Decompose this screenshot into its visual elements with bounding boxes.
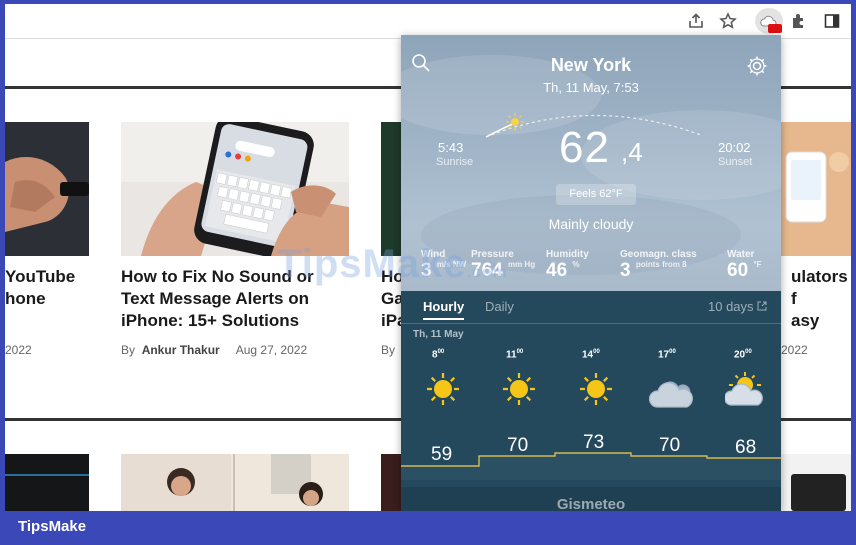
- by-label: By: [381, 343, 396, 357]
- current-temperature-fraction: ,4: [621, 137, 643, 167]
- hour-label: 800: [432, 349, 445, 361]
- cloud-icon: [649, 381, 693, 408]
- sun-position-icon: [506, 113, 524, 131]
- hour-temperature: 59: [431, 444, 453, 465]
- article-thumbnail-person[interactable]: [121, 454, 349, 511]
- provider-credit[interactable]: Gismeteo: [401, 496, 781, 511]
- browser-toolbar: [5, 4, 851, 38]
- stat-pressure: Pressure 764 mm Hg: [471, 249, 536, 281]
- city-name[interactable]: New York: [401, 55, 781, 76]
- article-thumbnail-youtube[interactable]: [5, 122, 89, 256]
- forecast-day-label: Th, 11 May: [413, 329, 464, 340]
- sunset-label: Sunset: [718, 156, 753, 168]
- hour-temperature: 73: [583, 432, 605, 453]
- stat-water: Water 60 °F: [727, 249, 762, 281]
- gear-icon[interactable]: [746, 55, 768, 82]
- weather-condition: Mainly cloudy: [548, 216, 634, 232]
- extension-badge: [768, 24, 782, 33]
- article-title-calculators[interactable]: ulators f asy: [791, 266, 851, 332]
- tab-ten-days[interactable]: 10 days: [708, 299, 767, 314]
- sunset-time: 20:02: [718, 140, 751, 155]
- footer-brand: TipsMake: [18, 518, 87, 535]
- article-thumbnail-calculators[interactable]: [781, 122, 851, 256]
- hour-temperature: 70: [659, 435, 681, 456]
- sunrise-time: 5:43: [438, 140, 464, 155]
- hour-label: 2000: [734, 349, 752, 361]
- article-date: 2022: [5, 343, 32, 357]
- article-thumbnail-iphone[interactable]: [121, 122, 349, 256]
- hour-label: 1400: [582, 349, 600, 361]
- browser-window: YouTube hone 2022 How to Fix No Sound or…: [5, 4, 851, 511]
- tabs-divider: [401, 323, 781, 324]
- article-title-iphone-alerts[interactable]: How to Fix No Sound or Text Message Aler…: [121, 266, 361, 332]
- share-icon[interactable]: [686, 11, 706, 31]
- article-date: 2022: [781, 343, 808, 357]
- article-author[interactable]: Ankur Thakur: [142, 343, 220, 357]
- sunrise-label: Sunrise: [436, 156, 474, 168]
- side-panel-icon[interactable]: [822, 11, 842, 31]
- article-thumbnail-laptop[interactable]: [781, 454, 851, 511]
- stat-geomagnetic: Geomagn. class 3 points from 8: [620, 249, 697, 281]
- tab-daily[interactable]: Daily: [485, 299, 514, 314]
- hour-temperature: 70: [507, 435, 529, 456]
- article-title-youtube[interactable]: YouTube hone: [5, 266, 95, 310]
- local-datetime: Th, 11 May, 7:53: [543, 80, 639, 95]
- stat-humidity: Humidity 46 %: [546, 249, 589, 281]
- current-temperature: 62: [559, 123, 610, 172]
- tab-hourly[interactable]: Hourly: [423, 299, 465, 320]
- stat-wind: Wind 3 m/s NW: [421, 249, 467, 281]
- sun-icon: [580, 373, 612, 405]
- by-label: By: [121, 343, 136, 357]
- external-link-icon: [757, 301, 767, 311]
- bookmark-star-icon[interactable]: [718, 11, 738, 31]
- article-meta-iphone: By Ankur Thakur Aug 27, 2022: [121, 343, 307, 357]
- hour-temperature: 68: [735, 437, 757, 458]
- feels-like: Feels 62°F: [556, 184, 636, 205]
- extensions-puzzle-icon[interactable]: [789, 11, 809, 31]
- sun-icon: [427, 373, 459, 405]
- article-thumbnail-dark[interactable]: [5, 454, 89, 511]
- hour-label: 1700: [658, 349, 676, 361]
- weather-popup: New York Th, 11 May, 7:53 5:43 Sunrise 6…: [401, 35, 781, 511]
- sun-icon: [503, 373, 535, 405]
- article-date: Aug 27, 2022: [235, 343, 308, 357]
- hour-label: 1100: [506, 349, 524, 361]
- partly-cloudy-icon: [725, 372, 763, 406]
